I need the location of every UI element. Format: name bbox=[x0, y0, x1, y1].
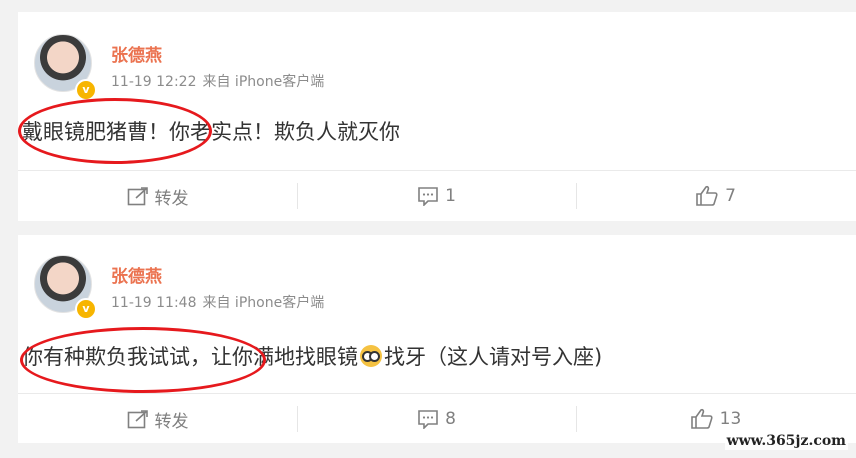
weibo-post: v 张德燕 11-19 11:48 来自 iPhone客户端 你有种欺负我试试，让… bbox=[18, 235, 856, 443]
repost-icon bbox=[127, 410, 148, 429]
post-meta: 11-19 12:22 来自 iPhone客户端 bbox=[111, 71, 330, 91]
post-time[interactable]: 11-19 12:22 bbox=[111, 74, 196, 90]
comment-button[interactable]: 8 bbox=[297, 394, 576, 444]
verified-badge-icon: v bbox=[75, 79, 97, 101]
comment-icon bbox=[418, 187, 438, 206]
like-button[interactable]: 7 bbox=[576, 171, 855, 221]
comment-button[interactable]: 1 bbox=[297, 171, 576, 221]
annotation-circle bbox=[18, 98, 212, 164]
repost-button[interactable]: 转发 bbox=[18, 171, 297, 221]
repost-icon bbox=[127, 187, 148, 206]
username[interactable]: 张德燕 bbox=[111, 262, 162, 287]
like-icon bbox=[696, 185, 718, 206]
repost-button[interactable]: 转发 bbox=[18, 394, 297, 444]
weibo-post: v 张德燕 11-19 12:22 来自 iPhone客户端 戴眼镜肥猪曹！你老实… bbox=[18, 12, 856, 221]
like-count: 13 bbox=[719, 409, 742, 429]
username[interactable]: 张德燕 bbox=[111, 41, 162, 66]
verified-badge-icon: v bbox=[75, 298, 97, 320]
post-meta: 11-19 11:48 来自 iPhone客户端 bbox=[111, 292, 330, 312]
like-count: 7 bbox=[725, 186, 736, 206]
repost-label: 转发 bbox=[154, 411, 189, 432]
glasses-emoji-icon bbox=[360, 345, 382, 367]
repost-label: 转发 bbox=[154, 188, 189, 209]
annotation-circle bbox=[20, 327, 266, 393]
post-source: 来自 iPhone客户端 bbox=[202, 295, 325, 311]
comment-count: 8 bbox=[445, 409, 456, 429]
post-text-continued: 找牙（这人请对号入座) bbox=[384, 345, 603, 369]
comment-count: 1 bbox=[445, 186, 456, 206]
comment-icon bbox=[418, 410, 438, 429]
post-time[interactable]: 11-19 11:48 bbox=[111, 295, 196, 311]
watermark: www.365jz.com bbox=[724, 432, 848, 450]
like-icon bbox=[690, 408, 713, 429]
post-actions: 转发 1 7 bbox=[18, 171, 856, 221]
post-source: 来自 iPhone客户端 bbox=[202, 74, 325, 90]
